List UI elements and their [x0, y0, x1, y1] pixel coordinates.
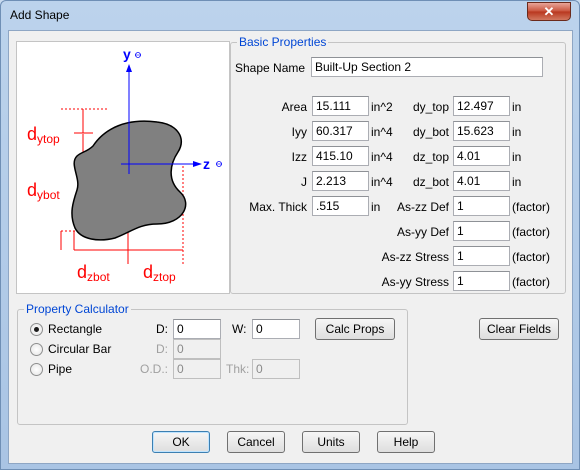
j-input[interactable]: 2.213 [312, 171, 369, 191]
thk-input: 0 [252, 359, 300, 379]
w-input[interactable]: 0 [252, 319, 300, 339]
iyy-label: Iyy [291, 125, 307, 139]
cancel-button[interactable]: Cancel [227, 431, 285, 453]
dztop-label: dztop [143, 262, 176, 284]
dz-top-unit: in [512, 150, 522, 164]
as-zz-def-unit: (factor) [512, 200, 551, 214]
as-zz-def-input[interactable]: 1 [453, 196, 510, 216]
close-button[interactable]: ✕ [527, 2, 571, 21]
as-yy-def-input[interactable]: 1 [453, 221, 510, 241]
dy-top-input[interactable]: 12.497 [453, 96, 510, 116]
circular-bar-label[interactable]: Circular Bar [48, 342, 111, 356]
izz-label: Izz [291, 150, 307, 164]
property-calculator-group: Property Calculator Rectangle Circular B… [17, 302, 408, 425]
radio-selected-dot [34, 327, 39, 332]
as-yy-def-unit: (factor) [512, 225, 551, 239]
as-zz-def-label: As-zz Def [396, 200, 449, 214]
j-label: J [301, 175, 307, 189]
close-icon: ✕ [543, 4, 555, 19]
as-yy-stress-label: As-yy Stress [381, 275, 449, 289]
dy-bot-input[interactable]: 15.623 [453, 121, 510, 141]
dialog-body: y z dytop dybot dzbot dztop Basic Proper… [8, 30, 573, 464]
d-input[interactable]: 0 [173, 319, 221, 339]
shape-name-label: Shape Name [235, 61, 306, 75]
basic-properties-group: Basic Properties Shape Name Built-Up Sec… [230, 35, 566, 294]
dy-top-unit: in [512, 100, 522, 114]
y-axis-label: y [123, 46, 131, 62]
circular-d-input: 0 [173, 339, 221, 359]
dz-bot-unit: in [512, 175, 522, 189]
help-button[interactable]: Help [377, 431, 435, 453]
w-label: W: [232, 322, 247, 336]
dzbot-label: dzbot [77, 262, 110, 284]
od-input: 0 [173, 359, 221, 379]
izz-input[interactable]: 415.10 [312, 146, 369, 166]
pipe-radio[interactable] [30, 363, 43, 376]
dz-top-input[interactable]: 4.01 [453, 146, 510, 166]
as-yy-stress-input[interactable]: 1 [453, 271, 510, 291]
area-label: Area [281, 100, 307, 114]
window-title: Add Shape [10, 8, 70, 22]
add-shape-dialog: Add Shape ✕ y z dytop dybot dzbot dztop … [0, 0, 580, 470]
od-label: O.D.: [139, 362, 168, 376]
property-calculator-legend: Property Calculator [24, 302, 131, 316]
as-yy-def-label: As-yy Def [396, 225, 449, 239]
max-thick-input[interactable]: .515 [312, 196, 369, 216]
clear-fields-button[interactable]: Clear Fields [479, 318, 559, 340]
iyy-input[interactable]: 60.317 [312, 121, 369, 141]
dz-top-label: dz_top [412, 150, 449, 164]
as-zz-stress-input[interactable]: 1 [453, 246, 510, 266]
dy-bot-unit: in [512, 125, 522, 139]
d-label: D: [156, 322, 168, 336]
units-button[interactable]: Units [302, 431, 360, 453]
dy-bot-label: dy_bot [412, 125, 449, 139]
title-bar[interactable]: Add Shape ✕ [1, 1, 579, 29]
thk-label: Thk: [226, 362, 250, 376]
dytop-label: dytop [27, 124, 60, 146]
dy-top-label: dy_top [412, 100, 449, 114]
dz-bot-input[interactable]: 4.01 [453, 171, 510, 191]
dybot-label: dybot [27, 180, 60, 202]
section-diagram: y z dytop dybot dzbot dztop [16, 41, 230, 294]
rectangle-radio[interactable] [30, 323, 43, 336]
calc-props-button[interactable]: Calc Props [315, 318, 395, 340]
as-yy-stress-unit: (factor) [512, 275, 551, 289]
circular-d-label: D: [156, 342, 168, 356]
max-thick-label: Max. Thick [249, 200, 307, 214]
z-axis-label: z [203, 156, 210, 172]
rectangle-label[interactable]: Rectangle [48, 322, 102, 336]
shape-name-input[interactable]: Built-Up Section 2 [311, 57, 543, 77]
as-zz-stress-label: As-zz Stress [381, 250, 449, 264]
dz-bot-label: dz_bot [412, 175, 449, 189]
as-zz-stress-unit: (factor) [512, 250, 551, 264]
ok-button[interactable]: OK [152, 431, 210, 453]
area-input[interactable]: 15.111 [312, 96, 369, 116]
section-diagram-svg: y z dytop dybot dzbot dztop [27, 46, 222, 284]
circular-bar-radio[interactable] [30, 343, 43, 356]
pipe-label[interactable]: Pipe [48, 362, 72, 376]
basic-properties-legend: Basic Properties [237, 35, 329, 49]
